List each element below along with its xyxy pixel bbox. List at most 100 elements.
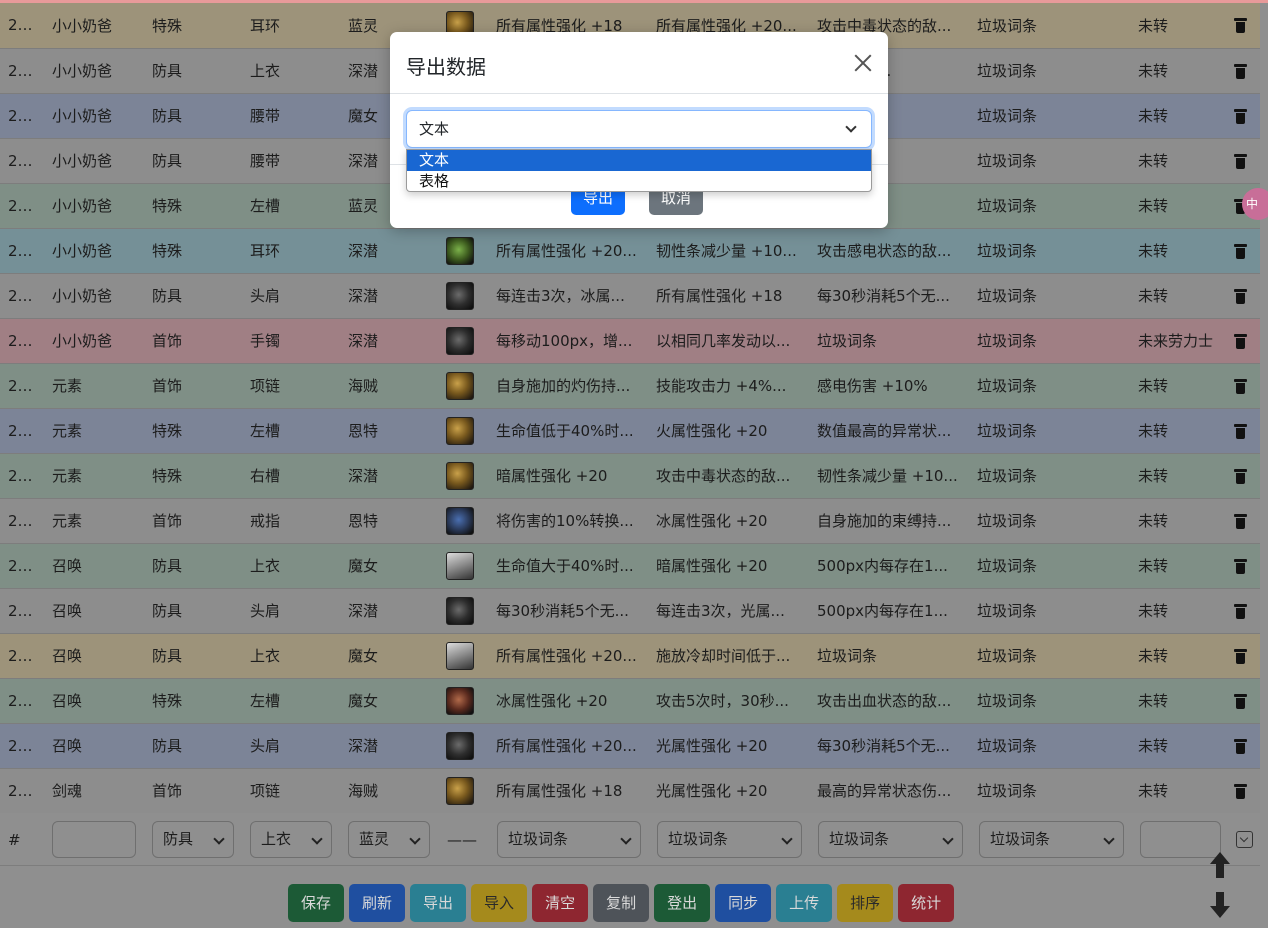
cell-affix: 光属性强化 +20 — [648, 723, 809, 769]
type-select[interactable]: 防具 — [152, 821, 234, 858]
cell-status: 未转 — [1130, 3, 1226, 49]
ime-bubble-icon[interactable]: 中 — [1242, 188, 1268, 220]
cell-name: 小小奶爸 — [44, 138, 144, 184]
cell-name: 召唤 — [44, 588, 144, 634]
cell-affix: 垃圾词条 — [969, 453, 1130, 499]
trash-icon[interactable] — [1234, 513, 1247, 529]
name-input[interactable] — [52, 821, 136, 858]
cell-affix: 攻击中毒状态的敌... — [648, 453, 809, 499]
trash-icon[interactable] — [1234, 378, 1247, 394]
export-format-select[interactable]: 文本 — [406, 110, 872, 148]
cell-slot: 左槽 — [242, 678, 340, 724]
cell-type: 特殊 — [144, 453, 242, 499]
cell-slot: 戒指 — [242, 498, 340, 544]
chevron-down-icon — [845, 121, 857, 133]
close-icon[interactable] — [854, 54, 872, 72]
trash-icon[interactable] — [1234, 108, 1247, 124]
trash-icon[interactable] — [1234, 153, 1247, 169]
add-row-icon[interactable] — [1236, 831, 1253, 848]
trash-icon[interactable] — [1234, 738, 1247, 754]
sort-button[interactable]: 排序 — [837, 884, 894, 922]
cell-name: 小小奶爸 — [44, 93, 144, 139]
chevron-down-icon — [942, 833, 954, 845]
import-button[interactable]: 导入 — [471, 884, 528, 922]
option-table[interactable]: 表格 — [407, 171, 871, 191]
cell-affix: 每30秒消耗5个无... — [488, 588, 648, 634]
option-text[interactable]: 文本 — [407, 150, 871, 171]
cell-status: 未转 — [1130, 678, 1226, 724]
toolbar: 保存 刷新 导出 导入 清空 复制 登出 同步 上传 排序 统计 — [288, 884, 955, 922]
affix4-select-value: 垃圾词条 — [990, 830, 1051, 848]
trash-icon[interactable] — [1234, 603, 1247, 619]
modal-title: 导出数据 — [406, 55, 486, 79]
equipment-icon — [446, 731, 474, 760]
cell-id: 271 — [0, 363, 44, 409]
cell-status: 未转 — [1130, 48, 1226, 94]
cell-set: 深潜 — [340, 453, 438, 499]
trash-icon[interactable] — [1234, 333, 1247, 349]
cell-affix: 垃圾词条 — [969, 408, 1130, 454]
cell-affix: 最高的异常状态伤... — [809, 768, 969, 814]
cell-affix: 攻击5次时，30秒... — [648, 678, 809, 724]
scroll-down-icon[interactable] — [1210, 892, 1230, 918]
affix1-select[interactable]: 垃圾词条 — [497, 821, 641, 858]
affix3-select[interactable]: 垃圾词条 — [818, 821, 963, 858]
cell-affix: 垃圾词条 — [809, 633, 969, 679]
save-button[interactable]: 保存 — [288, 884, 345, 922]
trash-icon[interactable] — [1234, 783, 1247, 799]
cell-affix: 以相同几率发动以... — [648, 318, 809, 364]
trash-icon[interactable] — [1234, 558, 1247, 574]
cell-name: 剑魂 — [44, 768, 144, 814]
trash-icon[interactable] — [1234, 288, 1247, 304]
equipment-icon — [446, 641, 474, 670]
sync-button[interactable]: 同步 — [715, 884, 772, 922]
cell-thumbnail — [438, 408, 488, 454]
cell-id: 272 — [0, 408, 44, 454]
export-button[interactable]: 导出 — [410, 884, 467, 922]
clear-button[interactable]: 清空 — [532, 884, 589, 922]
copy-button[interactable]: 复制 — [593, 884, 650, 922]
cell-delete — [1226, 93, 1260, 139]
cell-slot: 左槽 — [242, 183, 340, 229]
affix2-select[interactable]: 垃圾词条 — [657, 821, 802, 858]
cell-set: 魔女 — [340, 633, 438, 679]
cell-affix: 垃圾词条 — [969, 768, 1130, 814]
cell-delete — [1226, 228, 1260, 274]
cell-slot: 头肩 — [242, 588, 340, 634]
equipment-icon — [446, 551, 474, 580]
scroll-up-icon[interactable] — [1210, 852, 1230, 878]
set-select[interactable]: 蓝灵 — [348, 821, 430, 858]
trash-icon[interactable] — [1234, 648, 1247, 664]
cell-status: 未转 — [1130, 768, 1226, 814]
upload-button[interactable]: 上传 — [776, 884, 833, 922]
cell-thumbnail — [438, 318, 488, 364]
trash-icon[interactable] — [1234, 63, 1247, 79]
trash-icon[interactable] — [1234, 468, 1247, 484]
equipment-icon — [446, 686, 474, 715]
cell-status: 未转 — [1130, 588, 1226, 634]
trash-icon[interactable] — [1234, 423, 1247, 439]
affix3-select-value: 垃圾词条 — [829, 830, 890, 848]
trash-icon[interactable] — [1234, 18, 1247, 34]
affix4-select[interactable]: 垃圾词条 — [979, 821, 1124, 858]
logout-button[interactable]: 登出 — [654, 884, 711, 922]
cell-slot: 头肩 — [242, 273, 340, 319]
stats-button[interactable]: 统计 — [898, 884, 955, 922]
cell-affix: 垃圾词条 — [969, 588, 1130, 634]
type-select-value: 防具 — [163, 830, 194, 848]
cell-type: 防具 — [144, 723, 242, 769]
cell-affix: 垃圾词条 — [969, 723, 1130, 769]
trash-icon[interactable] — [1234, 243, 1247, 259]
cell-slot: 上衣 — [242, 543, 340, 589]
cell-affix: 垃圾词条 — [969, 498, 1130, 544]
cell-name: 小小奶爸 — [44, 48, 144, 94]
cell-affix: 火属性强化 +20 — [648, 408, 809, 454]
cell-set: 海贼 — [340, 363, 438, 409]
cell-delete — [1226, 498, 1260, 544]
cell-slot: 项链 — [242, 363, 340, 409]
status-input[interactable] — [1140, 821, 1221, 858]
refresh-button[interactable]: 刷新 — [349, 884, 406, 922]
trash-icon[interactable] — [1234, 693, 1247, 709]
slot-select[interactable]: 上衣 — [250, 821, 332, 858]
cell-delete — [1226, 318, 1260, 364]
